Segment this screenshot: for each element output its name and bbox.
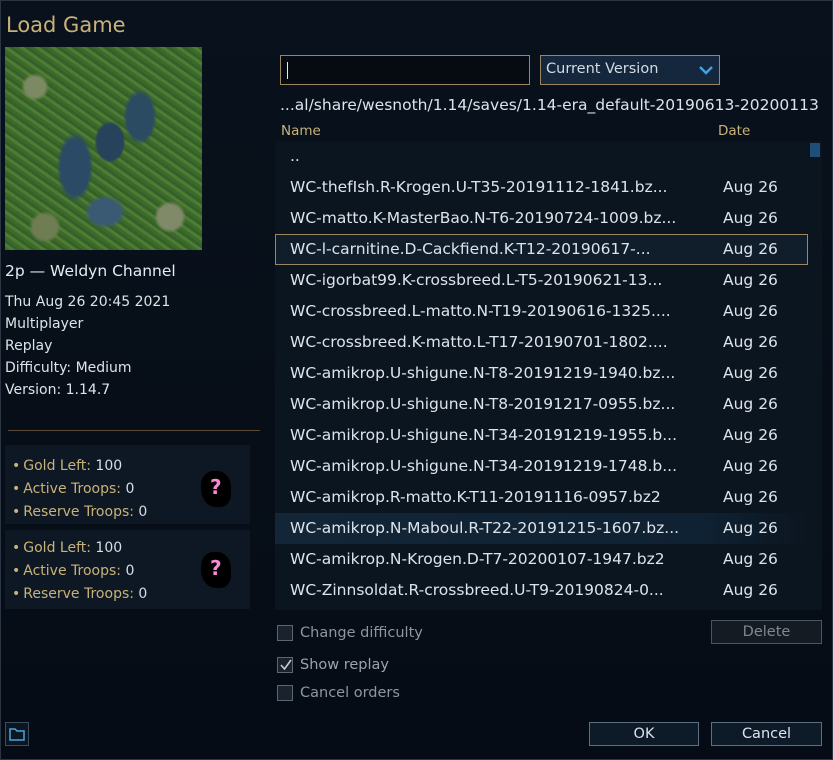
change-difficulty-label: Change difficulty bbox=[300, 625, 423, 641]
gold-left-row: • Gold Left: 100 bbox=[12, 458, 123, 474]
list-item[interactable]: WC-matto.K-MasterBao.N-T6-20190724-1009.… bbox=[275, 203, 808, 234]
game-version: Version: 1.14.7 bbox=[5, 382, 111, 398]
list-item[interactable]: WC-crossbreed.L-matto.N-T19-20190616-132… bbox=[275, 296, 808, 327]
folder-icon bbox=[9, 728, 25, 741]
file-date: Aug 26 bbox=[723, 178, 778, 196]
file-date: Aug 26 bbox=[723, 395, 778, 413]
list-item[interactable]: WC-amikrop.U-shigune.N-T8-20191217-0955.… bbox=[275, 389, 808, 420]
file-date: Aug 26 bbox=[723, 364, 778, 382]
player-summary-2: • Gold Left: 100 • Active Troops: 0 • Reser… bbox=[5, 530, 250, 609]
reserve-troops-row: • Reserve Troops: 0 bbox=[12, 504, 148, 520]
column-header-name[interactable]: Name bbox=[281, 123, 321, 139]
file-name: WC-l-carnitine.D-Cackfiend.K-T12-2019061… bbox=[290, 240, 651, 258]
version-dropdown[interactable]: Current Version bbox=[540, 55, 720, 85]
list-item[interactable]: WC-amikrop.U-shigune.N-T34-20191219-1955… bbox=[275, 420, 808, 451]
list-item[interactable]: .. bbox=[275, 141, 808, 172]
show-replay-checkbox[interactable] bbox=[277, 657, 293, 673]
show-replay-label: Show replay bbox=[300, 657, 389, 673]
file-name: WC-amikrop.U-shigune.N-T34-20191219-1955… bbox=[290, 426, 678, 444]
file-date: Aug 26 bbox=[723, 488, 778, 506]
list-item-selected[interactable]: WC-l-carnitine.D-Cackfiend.K-T12-2019061… bbox=[275, 234, 808, 265]
list-item[interactable]: WC-crossbreed.K-matto.L-T17-20190701-180… bbox=[275, 327, 808, 358]
map-name: 2p — Weldyn Channel bbox=[5, 262, 176, 280]
file-date: Aug 26 bbox=[723, 581, 778, 599]
list-item[interactable]: WC-amikrop.N-Krogen.D-T7-20200107-1947.b… bbox=[275, 544, 808, 575]
file-date: Aug 26 bbox=[723, 209, 778, 227]
map-preview bbox=[5, 47, 202, 250]
file-name: WC-Zinnsoldat.R-crossbreed.U-T9-20190824… bbox=[290, 581, 664, 599]
list-item[interactable]: WC-amikrop.R-matto.K-T11-20191116-0957.b… bbox=[275, 482, 808, 513]
file-name: WC-thefIsh.R-Krogen.U-T35-20191112-1841.… bbox=[290, 178, 668, 196]
change-difficulty-checkbox[interactable] bbox=[277, 625, 293, 641]
file-name: WC-amikrop.U-shigune.N-T8-20191219-1940.… bbox=[290, 364, 676, 382]
file-name: WC-amikrop.N-Krogen.D-T7-20200107-1947.b… bbox=[290, 550, 665, 568]
file-name: .. bbox=[290, 147, 300, 165]
list-item[interactable]: WC-Zinnsoldat.R-crossbreed.U-T9-20190824… bbox=[275, 575, 808, 606]
cancel-orders-label: Cancel orders bbox=[300, 685, 400, 701]
dialog-title: Load Game bbox=[6, 13, 126, 37]
unknown-leader-icon: ? bbox=[201, 552, 231, 588]
file-date: Aug 26 bbox=[723, 333, 778, 351]
unknown-leader-icon: ? bbox=[201, 471, 231, 507]
file-date: Aug 26 bbox=[723, 457, 778, 475]
file-date: Aug 26 bbox=[723, 302, 778, 320]
file-name: WC-crossbreed.L-matto.N-T19-20190616-132… bbox=[290, 302, 671, 320]
ok-button[interactable]: OK bbox=[589, 722, 699, 746]
game-type: Multiplayer bbox=[5, 316, 84, 332]
file-name: WC-amikrop.U-shigune.N-T8-20191217-0955.… bbox=[290, 395, 676, 413]
list-item-hovered[interactable]: WC-amikrop.N-Maboul.R-T22-20191215-1607.… bbox=[275, 513, 808, 544]
file-date: Aug 26 bbox=[723, 550, 778, 568]
file-date: Aug 26 bbox=[723, 271, 778, 289]
scrollbar-thumb[interactable] bbox=[810, 143, 820, 157]
open-folder-button[interactable] bbox=[5, 722, 29, 746]
save-file-list: .. WC-thefIsh.R-Krogen.U-T35-20191112-18… bbox=[275, 141, 808, 610]
file-date: Aug 26 bbox=[723, 240, 778, 258]
filter-input[interactable] bbox=[280, 55, 530, 85]
file-name: WC-crossbreed.K-matto.L-T17-20190701-180… bbox=[290, 333, 668, 351]
list-item[interactable]: WC-thefIsh.R-Krogen.U-T35-20191112-1841.… bbox=[275, 172, 808, 203]
file-name: WC-amikrop.U-shigune.N-T34-20191219-1748… bbox=[290, 457, 678, 475]
column-header-date[interactable]: Date bbox=[718, 123, 750, 139]
active-troops-row: • Active Troops: 0 bbox=[12, 563, 135, 579]
difficulty: Difficulty: Medium bbox=[5, 360, 132, 376]
gold-left-row: • Gold Left: 100 bbox=[12, 540, 123, 556]
save-directory-path: ...al/share/wesnoth/1.14/saves/1.14-era_… bbox=[280, 96, 819, 114]
text-caret bbox=[287, 62, 288, 79]
cancel-orders-checkbox[interactable] bbox=[277, 685, 293, 701]
file-name: WC-igorbat99.K-crossbreed.L-T5-20190621-… bbox=[290, 271, 663, 289]
file-name: WC-amikrop.N-Maboul.R-T22-20191215-1607.… bbox=[290, 519, 680, 537]
list-item[interactable]: WC-amikrop.U-shigune.N-T8-20191219-1940.… bbox=[275, 358, 808, 389]
list-item[interactable]: WC-amikrop.U-shigune.N-T34-20191219-1748… bbox=[275, 451, 808, 482]
file-name: WC-amikrop.R-matto.K-T11-20191116-0957.b… bbox=[290, 488, 661, 506]
file-name: WC-matto.K-MasterBao.N-T6-20190724-1009.… bbox=[290, 209, 677, 227]
file-date: Aug 26 bbox=[723, 426, 778, 444]
reserve-troops-row: • Reserve Troops: 0 bbox=[12, 586, 148, 602]
save-kind: Replay bbox=[5, 338, 53, 354]
checkmark-icon bbox=[280, 659, 292, 671]
version-dropdown-label: Current Version bbox=[546, 61, 659, 77]
list-item[interactable]: WC-igorbat99.K-crossbreed.L-T5-20190621-… bbox=[275, 265, 808, 296]
chevron-down-icon bbox=[699, 66, 713, 75]
cancel-button[interactable]: Cancel bbox=[711, 722, 822, 746]
delete-button[interactable]: Delete bbox=[711, 620, 822, 644]
divider bbox=[8, 430, 260, 431]
save-details: Thu Aug 26 20:45 2021 Multiplayer Replay… bbox=[5, 291, 170, 401]
player-summary-1: • Gold Left: 100 • Active Troops: 0 • Reser… bbox=[5, 445, 250, 524]
active-troops-row: • Active Troops: 0 bbox=[12, 481, 135, 497]
list-scrollbar[interactable] bbox=[808, 141, 822, 610]
file-date: Aug 26 bbox=[723, 519, 778, 537]
save-date: Thu Aug 26 20:45 2021 bbox=[5, 294, 171, 310]
